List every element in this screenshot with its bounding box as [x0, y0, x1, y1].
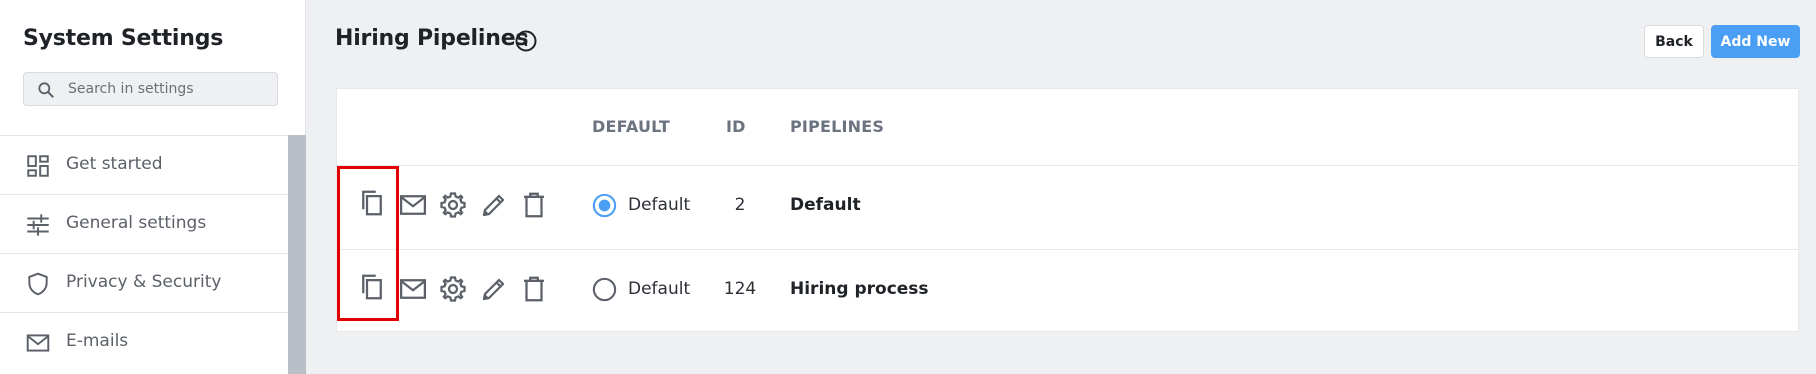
- sidebar-title: System Settings: [23, 26, 224, 51]
- sidebar-item-label: Get started: [66, 154, 163, 174]
- column-header-default[interactable]: DEFAULT: [592, 117, 670, 136]
- back-button[interactable]: Back: [1644, 25, 1704, 58]
- trash-icon[interactable]: [519, 274, 549, 304]
- sidebar-item-get-started[interactable]: Get started: [0, 135, 288, 194]
- mail-icon: [26, 334, 50, 352]
- add-new-button[interactable]: Add New: [1711, 25, 1800, 58]
- column-header-id[interactable]: ID: [726, 117, 746, 136]
- table-row: Default 124 Hiring process: [337, 250, 1798, 334]
- table-header: DEFAULT ID PIPELINES: [337, 89, 1798, 166]
- search-icon: [38, 82, 54, 98]
- dashboard-icon: [27, 155, 49, 177]
- pipeline-id: 124: [723, 279, 757, 299]
- info-icon[interactable]: [514, 29, 538, 53]
- sidebar: System Settings Get started: [0, 0, 306, 374]
- gear-icon[interactable]: [438, 190, 468, 220]
- sidebar-item-label: E-mails: [66, 331, 129, 351]
- pipeline-id: 2: [734, 195, 746, 215]
- pipeline-name: Hiring process: [790, 279, 929, 299]
- column-header-pipelines[interactable]: PIPELINES: [790, 117, 884, 136]
- sliders-icon: [27, 214, 49, 236]
- gear-icon[interactable]: [438, 274, 468, 304]
- table-row: Default 2 Default: [337, 166, 1798, 250]
- mail-icon[interactable]: [398, 274, 428, 304]
- mail-icon[interactable]: [398, 190, 428, 220]
- copy-icon[interactable]: [357, 188, 387, 218]
- trash-icon[interactable]: [519, 190, 549, 220]
- sidebar-nav: Get started General settings Privacy & S…: [0, 135, 288, 371]
- pipelines-table: DEFAULT ID PIPELINES Default 2 Default D…: [336, 88, 1799, 332]
- shield-icon: [28, 272, 48, 296]
- search-input[interactable]: [68, 73, 268, 105]
- default-radio-label: Default: [628, 195, 691, 215]
- default-radio-unselected[interactable]: [592, 277, 617, 302]
- sidebar-item-privacy-security[interactable]: Privacy & Security: [0, 253, 288, 312]
- pipeline-name: Default: [790, 195, 861, 215]
- pencil-icon[interactable]: [479, 190, 509, 220]
- copy-icon[interactable]: [357, 272, 387, 302]
- sidebar-item-label: Privacy & Security: [66, 272, 222, 292]
- page-title: Hiring Pipelines: [335, 26, 529, 51]
- search-box[interactable]: [23, 72, 278, 106]
- pencil-icon[interactable]: [479, 274, 509, 304]
- sidebar-item-general-settings[interactable]: General settings: [0, 194, 288, 253]
- default-radio-selected[interactable]: [592, 193, 617, 218]
- default-radio-label: Default: [628, 279, 691, 299]
- sidebar-scrollbar-thumb[interactable]: [288, 135, 306, 374]
- sidebar-item-label: General settings: [66, 213, 207, 233]
- sidebar-item-emails[interactable]: E-mails: [0, 312, 288, 371]
